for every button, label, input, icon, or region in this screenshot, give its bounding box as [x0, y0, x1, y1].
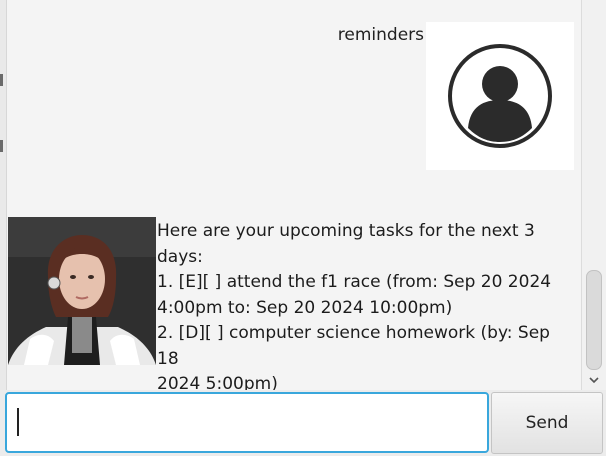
bot-message-text: Here are your upcoming tasks for the nex… — [157, 219, 567, 390]
bot-message-line: Here are your upcoming tasks for the nex… — [157, 221, 541, 267]
chevron-down-icon[interactable] — [588, 374, 600, 386]
bot-message-line: 4:00pm to: Sep 20 2024 10:00pm) — [157, 297, 453, 318]
send-button[interactable]: Send — [491, 392, 603, 454]
bot-message-line: 1. [E][ ] attend the f1 race (from: Sep … — [157, 272, 552, 292]
user-silhouette-icon — [448, 44, 552, 148]
user-avatar — [426, 22, 574, 170]
scrollbar-thumb[interactable] — [586, 270, 602, 370]
vertical-scrollbar[interactable] — [581, 0, 606, 390]
user-message-text: reminders — [337, 25, 424, 45]
message-input[interactable] — [5, 392, 489, 453]
bot-avatar — [8, 217, 156, 365]
left-edge-strip — [0, 0, 7, 390]
bot-message-line: 2. [D][ ] computer science homework (by:… — [157, 323, 556, 369]
edge-mark — [0, 74, 3, 86]
robot-woman-portrait — [8, 217, 156, 365]
bot-message-line: 2024 5:00pm) — [157, 374, 278, 390]
text-caret — [17, 408, 19, 436]
edge-mark — [0, 140, 3, 152]
chat-scroll-pane[interactable]: reminders Here are your upcoming tasks f… — [0, 0, 606, 390]
